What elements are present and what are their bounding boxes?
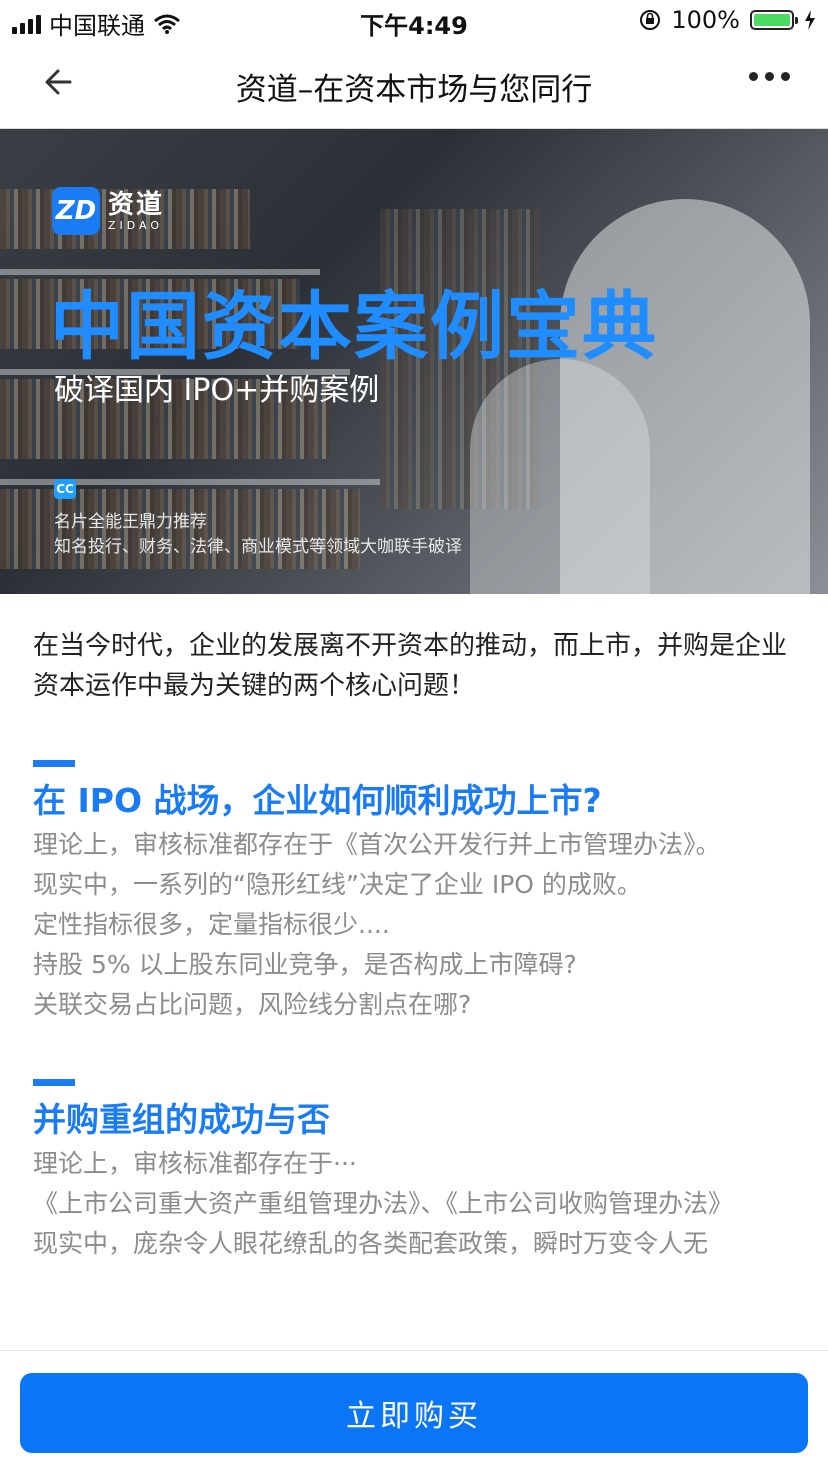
status-bar: 中国联通 下午4:49 100% — [0, 0, 828, 42]
buy-now-button[interactable]: 立即购买 — [20, 1373, 808, 1453]
section-accent-bar — [33, 760, 75, 767]
banner-headline: 中国资本案例宝典 — [50, 284, 658, 370]
body-line: 《上市公司重大资产重组管理办法》、《上市公司收购管理办法》 — [33, 1189, 734, 1218]
charging-icon — [805, 10, 815, 30]
page-title: 资道–在资本市场与您同行 — [235, 72, 593, 108]
logo-english: ZIDAO — [108, 218, 164, 232]
section-heading: 并购重组的成功与否 — [33, 1100, 330, 1139]
body-line: 持股 5% 以上股东同业竞争，是否构成上市障碍? — [33, 950, 577, 979]
status-right: 100% — [639, 6, 816, 34]
battery-percent: 100% — [671, 6, 740, 34]
section-mna: 并购重组的成功与否 理论上，审核标准都存在于··· 《上市公司重大资产重组管理办… — [33, 1079, 798, 1264]
section-body: 理论上，审核标准都存在于··· 《上市公司重大资产重组管理办法》、《上市公司收购… — [33, 1144, 798, 1264]
orientation-lock-icon — [640, 10, 661, 30]
zidao-logo: ZD 资道 ZIDAO — [52, 187, 164, 235]
body-line: 关联交易占比问题，风险线分割点在哪? — [33, 990, 472, 1019]
recommend-line-1: 名片全能王鼎力推荐 — [54, 512, 207, 532]
hero-banner: ZD 资道 ZIDAO 中国资本案例宝典 破译国内 IPO+并购案例 CC 名片… — [0, 129, 828, 594]
body-line: 定性指标很多，定量指标很少.... — [33, 910, 390, 939]
more-options-icon[interactable] — [749, 72, 790, 81]
body-line: 理论上，审核标准都存在于《首次公开发行并上市管理办法》。 — [33, 830, 721, 859]
intro-paragraph: 在当今时代，企业的发展离不开资本的推动，而上市，并购是企业资本运作中最为关键的两… — [33, 631, 788, 701]
body-line: 理论上，审核标准都存在于··· — [33, 1149, 357, 1178]
section-ipo: 在 IPO 战场，企业如何顺利成功上市? 理论上，审核标准都存在于《首次公开发行… — [33, 760, 798, 1025]
navigation-bar: 资道–在资本市场与您同行 — [0, 42, 828, 129]
banner-subtitle: 破译国内 IPO+并购案例 — [54, 373, 380, 408]
section-body: 理论上，审核标准都存在于《首次公开发行并上市管理办法》。 现实中，一系列的“隐形… — [33, 825, 798, 1025]
logo-mark: ZD — [52, 187, 100, 235]
section-accent-bar — [33, 1079, 75, 1086]
bottom-action-bar: 立即购买 — [0, 1350, 828, 1473]
logo-name: 资道 — [108, 189, 165, 220]
body-line: 现实中，庞杂令人眼花缭乱的各类配套政策，瞬时万变令人无 — [33, 1229, 709, 1258]
camcard-icon: CC — [54, 479, 76, 499]
section-heading: 在 IPO 战场，企业如何顺利成功上市? — [33, 781, 602, 820]
battery-icon — [750, 10, 798, 30]
recommend-line-2: 知名投行、财务、法律、商业模式等领域大咖联手破译 — [54, 537, 462, 557]
article-content: 在当今时代，企业的发展离不开资本的推动，而上市，并购是企业资本运作中最为关键的两… — [33, 594, 798, 1264]
body-line: 现实中，一系列的“隐形红线”决定了企业 IPO 的成败。 — [33, 870, 642, 899]
